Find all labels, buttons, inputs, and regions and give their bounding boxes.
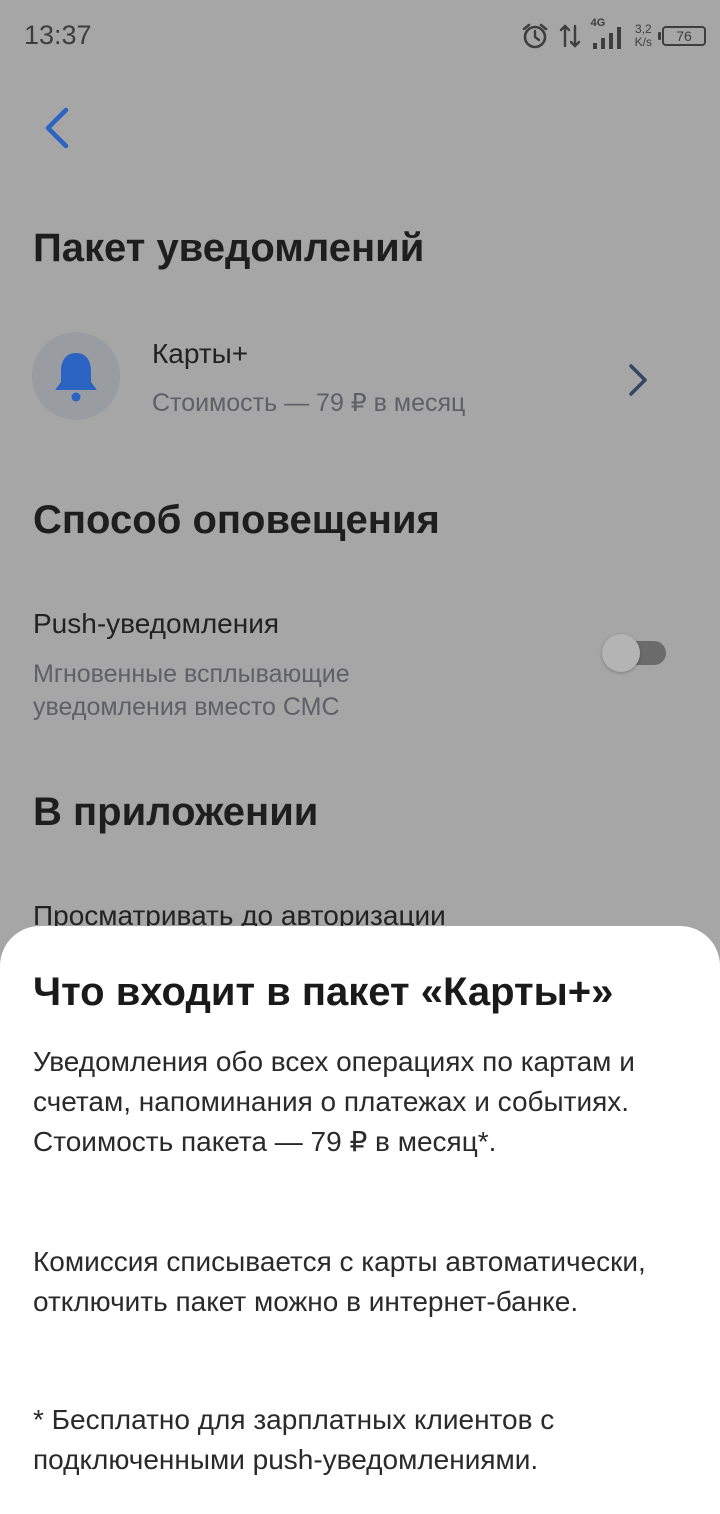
- push-label: Push-уведомления: [33, 608, 279, 639]
- status-bar: 13:37 4G 3,2 K/s 76: [0, 0, 720, 76]
- chevron-right-icon: [629, 364, 647, 396]
- data-transfer-icon: [559, 24, 580, 48]
- network-speed: 3,2 K/s: [635, 23, 652, 49]
- screen: 13:37 4G 3,2 K/s 76 Пакет уведомлений Ка…: [0, 0, 720, 1514]
- package-price: Стоимость — 79 ₽ в месяц: [152, 389, 466, 417]
- push-toggle[interactable]: [602, 634, 668, 672]
- sheet-footnote: * Бесплатно для зарплатных клиентов с по…: [33, 1404, 555, 1475]
- package-icon-badge: [32, 332, 120, 420]
- bell-icon: [55, 353, 97, 402]
- alarm-icon: [522, 23, 547, 49]
- status-icons: 4G 3,2 K/s 76: [521, 17, 706, 54]
- toggle-thumb: [602, 634, 640, 672]
- push-description: Мгновенные всплывающие уведомления вмест…: [33, 660, 350, 721]
- notify-section-title: Способ оповещения: [33, 498, 440, 542]
- chevron-left-icon: [45, 107, 69, 149]
- app-section-title: В приложении: [33, 790, 319, 834]
- back-button[interactable]: [34, 100, 82, 156]
- battery-level: 76: [676, 28, 692, 44]
- package-name: Карты+: [152, 338, 249, 369]
- package-section-title: Пакет уведомлений: [33, 226, 425, 270]
- sheet-paragraph-2: Комиссия списывается с карты автоматичес…: [33, 1246, 646, 1317]
- sheet-paragraph-1: Уведомления обо всех операциях по картам…: [33, 1046, 635, 1157]
- signal-icon: 4G: [591, 17, 625, 51]
- sheet-title: Что входит в пакет «Карты+»: [33, 970, 614, 1014]
- status-time: 13:37: [24, 20, 92, 50]
- battery-icon: 76: [658, 26, 706, 46]
- bottom-sheet: Что входит в пакет «Карты+» Уведомления …: [0, 926, 720, 1514]
- speed-unit: K/s: [634, 35, 652, 49]
- push-notifications-row: Push-уведомления Мгновенные всплывающие …: [0, 600, 720, 730]
- package-item-karty-plus[interactable]: Карты+ Стоимость — 79 ₽ в месяц: [0, 320, 720, 432]
